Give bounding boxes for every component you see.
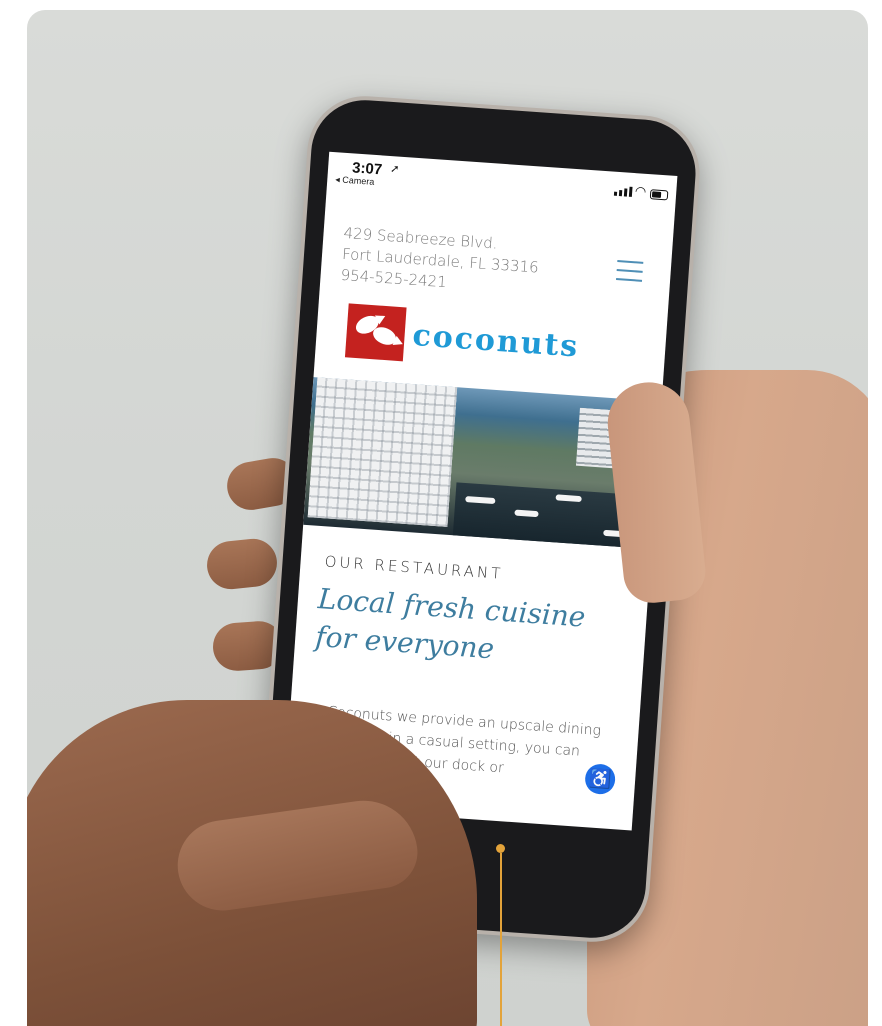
fish-logo-icon [344, 303, 407, 362]
left-finger [204, 536, 280, 592]
tower-building [307, 377, 458, 527]
section-headline: Local fresh cuisine for everyone [314, 580, 639, 678]
status-bar: ◂ Camera 3:07 ➚ ◠ [326, 152, 677, 216]
signal-icon [613, 186, 633, 197]
accessibility-icon[interactable]: ♿ [584, 763, 617, 796]
coconuts-logo[interactable]: coconuts [344, 303, 581, 373]
contact-block: 429 Seabreeze Blvd. Fort Lauderdale, FL … [340, 223, 541, 300]
hero-image-marina [303, 377, 662, 550]
location-icon: ➚ [389, 163, 400, 176]
callout-line [500, 853, 502, 1026]
status-time: 3:07 [351, 159, 383, 179]
hamburger-menu-icon[interactable] [616, 260, 644, 286]
wifi-icon: ◠ [634, 183, 647, 199]
callout-dot [496, 844, 505, 853]
section-eyebrow: OUR RESTAURANT [324, 552, 504, 583]
photo-background: ◂ Camera 3:07 ➚ ◠ 429 Seabreeze Blvd. Fo… [27, 10, 868, 1026]
logo-wordmark: coconuts [411, 317, 581, 365]
battery-icon [649, 189, 669, 201]
